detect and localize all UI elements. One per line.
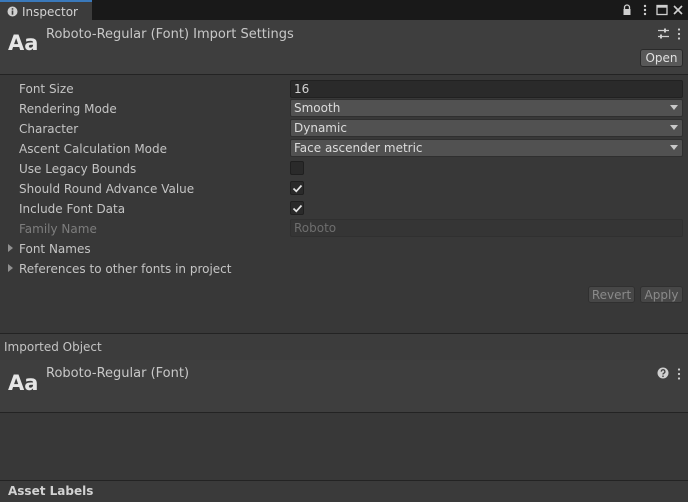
include-font-data-checkbox[interactable] — [290, 201, 304, 215]
ascent-mode-value: Face ascender metric — [294, 141, 423, 155]
legacy-bounds-label: Use Legacy Bounds — [19, 162, 137, 176]
rendering-mode-label: Rendering Mode — [19, 102, 117, 116]
lock-icon[interactable] — [620, 3, 634, 17]
font-size-field[interactable]: 16 — [290, 80, 683, 98]
imported-object-title: Roboto-Regular (Font) — [46, 366, 190, 381]
round-advance-label: Should Round Advance Value — [19, 182, 195, 196]
family-name-field: Roboto — [290, 219, 683, 237]
maximize-icon[interactable] — [655, 3, 669, 17]
import-settings-header: Aa Roboto-Regular (Font) Import Settings… — [0, 20, 688, 75]
tab-inspector[interactable]: Inspector — [0, 0, 92, 20]
checkmark-icon — [292, 204, 303, 213]
imported-object-bar: Imported Object — [0, 333, 688, 361]
imported-object-header: Aa Roboto-Regular (Font) — [0, 360, 688, 413]
apply-button[interactable]: Apply — [640, 286, 683, 303]
tab-bar: Inspector — [0, 0, 688, 20]
references-foldout[interactable]: References to other fonts in project — [19, 262, 231, 276]
asset-labels-label: Asset Labels — [8, 484, 94, 498]
checkmark-icon — [292, 184, 303, 193]
menu-dots-icon[interactable] — [677, 368, 681, 380]
foldout-arrow-icon[interactable] — [8, 244, 13, 252]
dropdown-arrow-icon — [670, 145, 678, 150]
character-dropdown[interactable]: Dynamic — [290, 119, 683, 137]
open-button[interactable]: Open — [640, 49, 683, 67]
menu-dots-icon[interactable] — [677, 28, 681, 40]
include-font-data-label: Include Font Data — [19, 202, 126, 216]
round-advance-checkbox[interactable] — [290, 181, 304, 195]
rendering-mode-value: Smooth — [294, 101, 341, 115]
page-title: Roboto-Regular (Font) Import Settings — [46, 27, 294, 42]
font-asset-icon: Aa — [8, 31, 39, 55]
asset-labels-bar[interactable]: Asset Labels — [0, 480, 688, 502]
font-asset-icon: Aa — [8, 371, 39, 395]
dropdown-arrow-icon — [670, 125, 678, 130]
close-icon[interactable] — [671, 3, 685, 17]
family-name-label: Family Name — [19, 222, 97, 236]
revert-button[interactable]: Revert — [588, 286, 635, 303]
imported-object-label: Imported Object — [4, 340, 102, 354]
menu-dots-icon[interactable] — [638, 3, 652, 17]
font-names-foldout[interactable]: Font Names — [19, 242, 91, 256]
help-icon[interactable] — [657, 367, 669, 379]
dropdown-arrow-icon — [670, 105, 678, 110]
foldout-arrow-icon[interactable] — [8, 264, 13, 272]
ascent-mode-dropdown[interactable]: Face ascender metric — [290, 139, 683, 157]
character-label: Character — [19, 122, 79, 136]
ascent-mode-label: Ascent Calculation Mode — [19, 142, 168, 156]
character-value: Dynamic — [294, 121, 347, 135]
info-icon — [7, 6, 18, 17]
tab-label: Inspector — [22, 5, 78, 19]
font-size-label: Font Size — [19, 82, 74, 96]
legacy-bounds-checkbox[interactable] — [290, 161, 304, 175]
preset-sliders-icon[interactable] — [657, 27, 670, 40]
rendering-mode-dropdown[interactable]: Smooth — [290, 99, 683, 117]
